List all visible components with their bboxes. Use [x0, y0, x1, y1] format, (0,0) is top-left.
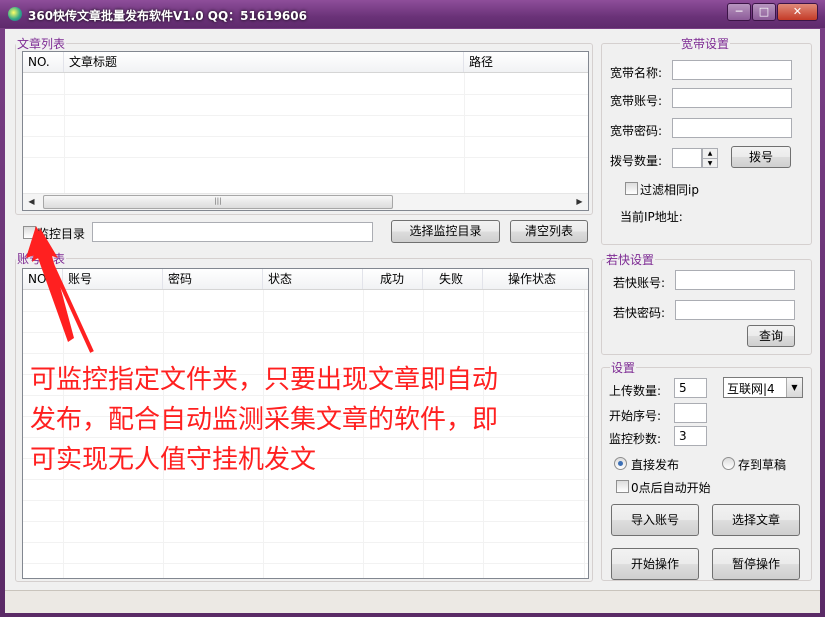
maximize-button[interactable]: □: [752, 3, 776, 21]
query-button[interactable]: 查询: [747, 325, 795, 347]
broadband-settings-legend: 宽带设置: [681, 37, 730, 51]
ruokuai-password-input[interactable]: [675, 300, 795, 320]
current-ip-label: 当前IP地址:: [620, 210, 683, 224]
article-list-legend: 文章列表: [17, 37, 66, 51]
broadband-password-input[interactable]: [672, 118, 792, 138]
monitor-seconds-input[interactable]: 3: [674, 426, 707, 446]
grid-line: [23, 542, 588, 543]
title-bar[interactable]: 360快传文章批量发布软件V1.0 QQ：51619606 ─ □ ✕: [0, 0, 825, 28]
column-header-operation-status[interactable]: 操作状态: [483, 269, 588, 289]
publish-direct-radio[interactable]: [614, 457, 627, 470]
column-header-no[interactable]: NO.: [23, 52, 64, 72]
scroll-thumb[interactable]: |||: [43, 195, 393, 209]
scroll-right-icon[interactable]: ▶: [571, 194, 588, 210]
grid-line: [23, 115, 588, 116]
app-logo-icon: [8, 7, 22, 21]
select-articles-button[interactable]: 选择文章: [712, 504, 800, 536]
close-button[interactable]: ✕: [777, 3, 818, 21]
grid-line: [23, 521, 588, 522]
spin-up-icon[interactable]: ▲: [703, 149, 717, 159]
dial-count-spinner[interactable]: ▲ ▼: [702, 148, 718, 168]
site-select[interactable]: 互联网|4 ▼: [723, 377, 803, 398]
dial-count-input[interactable]: [672, 148, 702, 168]
dropdown-arrow-icon[interactable]: ▼: [786, 378, 802, 397]
app-window: 360快传文章批量发布软件V1.0 QQ：51619606 ─ □ ✕ 文章列表…: [0, 0, 825, 617]
broadband-password-label: 宽带密码:: [610, 124, 663, 138]
auto-start-label[interactable]: 0点后自动开始: [631, 479, 711, 496]
annotation-text: 可监控指定文件夹，只要出现文章即自动 发布，配合自动监测采集文章的软件，即 可实…: [30, 360, 570, 480]
column-header-no[interactable]: NO.: [23, 269, 63, 289]
article-list-table[interactable]: NO. 文章标题 路径 ◀ ||| ▶: [22, 51, 589, 211]
window-title: 360快传文章批量发布软件V1.0 QQ：51619606: [28, 9, 307, 23]
settings-legend: 设置: [611, 361, 636, 375]
choose-monitor-folder-button[interactable]: 选择监控目录: [391, 220, 500, 243]
start-index-input[interactable]: [674, 403, 707, 423]
site-select-value: 互联网|4: [727, 382, 775, 396]
clear-list-button[interactable]: 清空列表: [510, 220, 588, 243]
article-list-hscrollbar[interactable]: ◀ ||| ▶: [23, 193, 588, 210]
monitor-seconds-label: 监控秒数:: [609, 432, 662, 446]
column-header-password[interactable]: 密码: [163, 269, 263, 289]
grid-line: [23, 332, 588, 333]
filter-same-ip-checkbox[interactable]: [625, 182, 638, 195]
grid-line: [64, 73, 65, 194]
publish-direct-label[interactable]: 直接发布: [631, 456, 679, 473]
save-draft-radio[interactable]: [722, 457, 735, 470]
broadband-name-label: 宽带名称:: [610, 66, 663, 80]
annotation-line-2: 发布，配合自动监测采集文章的软件，即: [30, 405, 499, 435]
ruokuai-account-label: 若快账号:: [613, 276, 666, 290]
column-header-title[interactable]: 文章标题: [64, 52, 464, 72]
grid-line: [23, 500, 588, 501]
ruokuai-password-label: 若快密码:: [613, 306, 666, 320]
monitor-folder-checkbox[interactable]: [23, 226, 36, 239]
column-header-fail[interactable]: 失败: [423, 269, 483, 289]
grid-line: [23, 311, 588, 312]
client-area: 文章列表 NO. 文章标题 路径 ◀ ||| ▶ 监控目录 选择监控目录 清空列…: [5, 29, 820, 590]
import-accounts-button[interactable]: 导入账号: [611, 504, 699, 536]
article-list-header: NO. 文章标题 路径: [23, 52, 588, 73]
grid-line: [23, 136, 588, 137]
auto-start-checkbox[interactable]: [616, 480, 629, 493]
column-header-path[interactable]: 路径: [464, 52, 588, 72]
column-header-account[interactable]: 账号: [63, 269, 163, 289]
monitor-path-input[interactable]: [92, 222, 373, 242]
grid-line: [23, 563, 588, 564]
grid-line: [584, 290, 585, 578]
grid-line: [464, 73, 465, 194]
account-list-legend: 账号列表: [17, 252, 66, 266]
column-header-success[interactable]: 成功: [363, 269, 423, 289]
dial-count-label: 拨号数量:: [610, 154, 663, 168]
grid-line: [23, 94, 588, 95]
broadband-account-input[interactable]: [672, 88, 792, 108]
annotation-line-1: 可监控指定文件夹，只要出现文章即自动: [30, 365, 499, 395]
start-operation-button[interactable]: 开始操作: [611, 548, 699, 580]
spin-down-icon[interactable]: ▼: [703, 159, 717, 168]
scroll-left-icon[interactable]: ◀: [23, 194, 40, 210]
save-draft-label[interactable]: 存到草稿: [738, 456, 786, 473]
dial-button[interactable]: 拨号: [731, 146, 791, 168]
pause-operation-button[interactable]: 暂停操作: [712, 548, 800, 580]
column-header-status[interactable]: 状态: [263, 269, 363, 289]
status-bar: [5, 590, 820, 613]
ruokuai-settings-legend: 若快设置: [606, 253, 655, 267]
grid-line: [23, 157, 588, 158]
upload-count-input[interactable]: 5: [674, 378, 707, 398]
broadband-name-input[interactable]: [672, 60, 792, 80]
ruokuai-account-input[interactable]: [675, 270, 795, 290]
annotation-line-3: 可实现无人值守挂机发文: [30, 445, 317, 475]
upload-count-label: 上传数量:: [609, 384, 662, 398]
monitor-folder-label[interactable]: 监控目录: [37, 225, 85, 242]
filter-same-ip-label[interactable]: 过滤相同ip: [640, 181, 699, 198]
account-list-header: NO. 账号 密码 状态 成功 失败 操作状态: [23, 269, 588, 290]
grid-line: [23, 353, 588, 354]
minimize-button[interactable]: ─: [727, 3, 751, 21]
broadband-account-label: 宽带账号:: [610, 94, 663, 108]
start-index-label: 开始序号:: [609, 409, 662, 423]
